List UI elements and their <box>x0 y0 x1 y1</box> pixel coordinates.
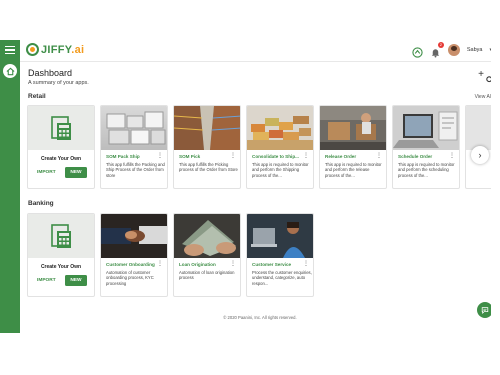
app-card-description: Automation of customer onboarding proces… <box>106 270 154 286</box>
app-card-description: This app is required to monitor and perf… <box>252 162 309 178</box>
app-card-description: This app is required to monitor and perf… <box>325 162 382 178</box>
top-header: JIFFY.ai 2 Sabya ▾ <box>20 40 500 62</box>
dashboard-main: Dashboard A summary of your apps. + Reta… <box>20 62 500 333</box>
brand-name: JIFFY <box>41 43 72 56</box>
create-card-title: Create Your Own <box>40 156 82 162</box>
top-margin <box>0 0 500 40</box>
app-thumbnail <box>174 214 240 258</box>
add-app-button[interactable]: + <box>478 70 484 80</box>
view-all-link[interactable]: View All <box>475 94 492 100</box>
user-avatar[interactable] <box>447 44 460 56</box>
create-card-title: Create Your Own <box>40 264 82 270</box>
carousel-next-chevron-right-icon[interactable]: › <box>471 146 489 164</box>
app-thumbnail <box>174 106 240 150</box>
app-thumbnail <box>466 106 494 150</box>
app-card[interactable]: Schedule Order ⋮ This app is required to… <box>392 105 460 189</box>
app-thumbnail <box>101 214 167 258</box>
home-nav-button[interactable] <box>3 64 17 78</box>
page-title: Dashboard <box>28 68 73 78</box>
app-card[interactable]: Customer Service ⋮ Process the customer … <box>246 213 314 297</box>
leaf-icon <box>412 46 423 58</box>
section-title-retail: Retail <box>28 93 46 100</box>
right-margin <box>491 40 500 333</box>
app-thumbnail <box>393 106 459 150</box>
bottom-margin <box>0 333 500 375</box>
bell-icon <box>431 48 440 58</box>
user-name[interactable]: Sabya <box>467 47 483 53</box>
section-title-banking: Banking <box>28 200 54 207</box>
app-card-description: This app fulfills the Packing and Ship P… <box>106 162 165 178</box>
more-options-icon[interactable]: ⋮ <box>157 153 163 159</box>
app-card-title: Schedule Order <box>398 154 433 159</box>
app-thumbnail <box>101 106 167 150</box>
brand-suffix: .ai <box>71 43 85 56</box>
create-your-own-card-banking[interactable]: Create Your Own IMPORT NEW <box>27 213 95 297</box>
app-card-title: SOM Pack Ship <box>106 154 140 159</box>
new-button[interactable]: NEW <box>65 275 87 286</box>
import-button[interactable]: IMPORT <box>37 170 56 175</box>
more-options-icon[interactable]: ⋮ <box>230 261 236 267</box>
app-card-description: This app fulfills the Picking process of… <box>179 162 238 173</box>
app-card[interactable]: Customer Onboarding ⋮ Automation of cust… <box>100 213 168 297</box>
hamburger-menu-icon[interactable] <box>5 46 15 54</box>
app-card-title: Consolidate to Ship... <box>252 154 299 159</box>
more-options-icon[interactable]: ⋮ <box>303 153 309 159</box>
chat-bubble-icon <box>481 307 489 314</box>
app-card-description: Automation of loan origination process <box>179 270 235 281</box>
more-options-icon[interactable]: ⋮ <box>303 261 309 267</box>
more-options-icon[interactable]: ⋮ <box>157 261 163 267</box>
app-card[interactable]: Loan Origination ⋮ Automation of loan or… <box>173 213 241 297</box>
home-icon <box>6 67 14 75</box>
app-card[interactable]: Release Order ⋮ This app is required to … <box>319 105 387 189</box>
app-thumbnail <box>247 214 313 258</box>
app-card[interactable]: SOM Pick ⋮ This app fulfills the Picking… <box>173 105 241 189</box>
app-thumbnail <box>247 106 313 150</box>
left-nav-rail <box>0 40 20 333</box>
document-calculator-icon <box>51 224 71 248</box>
app-card-title: Release Order <box>325 154 357 159</box>
more-options-icon[interactable]: ⋮ <box>376 153 382 159</box>
app-card[interactable]: SOM Pack Ship ⋮ This app fulfills the Pa… <box>100 105 168 189</box>
import-button[interactable]: IMPORT <box>37 278 56 283</box>
logo-mark-icon <box>26 43 39 56</box>
app-card-title: Loan Origination <box>179 262 216 267</box>
notification-badge: 2 <box>437 41 444 48</box>
more-options-icon[interactable]: ⋮ <box>449 153 455 159</box>
page-subtitle: A summary of your apps. <box>28 80 89 86</box>
app-card-description: Process the customer enquiries, understa… <box>252 270 312 286</box>
app-card-title: SOM Pick <box>179 154 201 159</box>
new-button[interactable]: NEW <box>65 167 87 178</box>
more-options-icon[interactable]: ⋮ <box>230 153 236 159</box>
app-card[interactable]: Consolidate to Ship... ⋮ This app is req… <box>246 105 314 189</box>
app-card-description: This app is required to monitor and perf… <box>398 162 455 178</box>
jiffy-logo[interactable]: JIFFY.ai <box>26 43 84 56</box>
footer-copyright: © 2020 Paanini, Inc. All rights reserved… <box>223 315 297 320</box>
notifications-button[interactable]: 2 <box>430 41 444 58</box>
document-calculator-icon <box>51 116 71 140</box>
app-card-title: Customer Onboarding <box>106 262 155 267</box>
app-thumbnail <box>320 106 386 150</box>
app-card-title: Customer Service <box>252 262 292 267</box>
apps-toggle-button[interactable] <box>412 45 423 58</box>
create-your-own-card-retail[interactable]: Create Your Own IMPORT NEW <box>27 105 95 189</box>
